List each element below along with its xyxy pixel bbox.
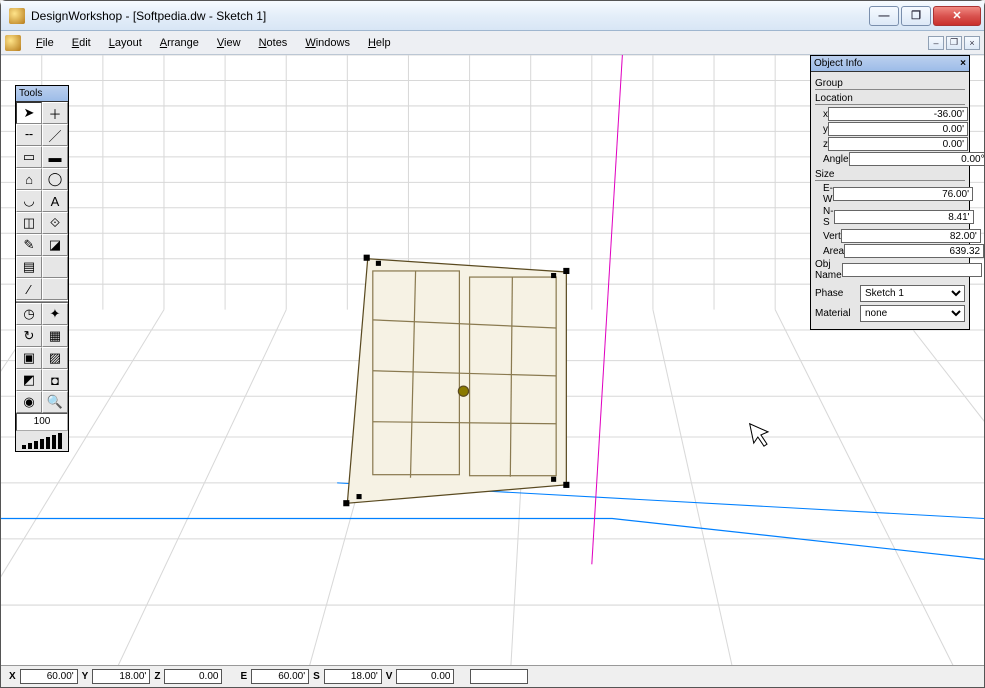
status-e-label: E bbox=[238, 671, 249, 682]
tool-polygon[interactable]: ⌂ bbox=[16, 168, 42, 190]
minimize-button[interactable]: — bbox=[869, 6, 899, 26]
status-x-label: X bbox=[7, 671, 18, 682]
status-z-field[interactable] bbox=[164, 669, 222, 684]
status-z-label: Z bbox=[152, 671, 162, 682]
tool-extrude[interactable]: ⟐ bbox=[42, 212, 68, 234]
status-v-label: V bbox=[384, 671, 395, 682]
tool-zoom[interactable]: 🔍 bbox=[42, 391, 68, 413]
tool-eye[interactable]: ◉ bbox=[16, 391, 42, 413]
tool-iso[interactable]: ◩ bbox=[16, 369, 42, 391]
statusbar: X Y Z E S V bbox=[1, 665, 984, 687]
menubar: File Edit Layout Arrange View Notes Wind… bbox=[1, 31, 984, 55]
window-title: DesignWorkshop - [Softpedia.dw - Sketch … bbox=[31, 9, 867, 23]
tool-box[interactable]: ◫ bbox=[16, 212, 42, 234]
menu-layout[interactable]: Layout bbox=[100, 34, 151, 52]
tool-circle[interactable]: ◯ bbox=[42, 168, 68, 190]
vert-field[interactable] bbox=[841, 229, 981, 243]
size-header: Size bbox=[815, 169, 965, 181]
menu-windows[interactable]: Windows bbox=[296, 34, 359, 52]
location-header: Location bbox=[815, 93, 965, 105]
tool-text[interactable]: A bbox=[42, 190, 68, 212]
tool-select[interactable]: ➤ bbox=[16, 102, 42, 124]
tool-pencil[interactable]: ✎ bbox=[16, 234, 42, 256]
tool-arc[interactable]: ◡ bbox=[16, 190, 42, 212]
objname-field[interactable] bbox=[842, 263, 982, 277]
tool-eraser[interactable]: ◪ bbox=[42, 234, 68, 256]
opacity-value[interactable]: 100 bbox=[16, 413, 68, 431]
tool-eyedropper[interactable]: ⁄ bbox=[16, 278, 42, 300]
phase-select[interactable]: Sketch 1 bbox=[860, 285, 965, 302]
cursor-icon bbox=[750, 424, 768, 446]
tool-paint[interactable]: ▤ bbox=[16, 256, 42, 278]
menu-file[interactable]: File bbox=[27, 34, 63, 52]
object-info-close-icon[interactable]: × bbox=[960, 58, 966, 69]
tool-cube2[interactable]: ▨ bbox=[42, 347, 68, 369]
opacity-bars[interactable] bbox=[16, 431, 68, 451]
status-e-field[interactable] bbox=[251, 669, 309, 684]
tool-pan[interactable]: ✦ bbox=[42, 303, 68, 325]
status-y-field[interactable] bbox=[92, 669, 150, 684]
menu-help[interactable]: Help bbox=[359, 34, 400, 52]
tool-line-dashed[interactable]: ╌ bbox=[16, 124, 42, 146]
group-header: Group bbox=[815, 78, 965, 90]
tool-grid[interactable]: ▦ bbox=[42, 325, 68, 347]
tools-palette[interactable]: Tools ➤ ＋ ╌ ／ ▭ ▬ ⌂ ◯ ◡ A ◫ ⟐ ✎ ◪ ▤ ⁄ bbox=[15, 85, 69, 452]
status-y-label: Y bbox=[80, 671, 91, 682]
menu-arrange[interactable]: Arrange bbox=[151, 34, 208, 52]
menu-view[interactable]: View bbox=[208, 34, 250, 52]
tool-orbit[interactable]: ◷ bbox=[16, 303, 42, 325]
material-select[interactable]: none bbox=[860, 305, 965, 322]
tool-rotate[interactable]: ↻ bbox=[16, 325, 42, 347]
status-s-label: S bbox=[311, 671, 322, 682]
ns-field[interactable] bbox=[834, 210, 974, 224]
app-window: DesignWorkshop - [Softpedia.dw - Sketch … bbox=[0, 0, 985, 688]
tool-rectangle[interactable]: ▬ bbox=[42, 146, 68, 168]
tools-title[interactable]: Tools bbox=[16, 86, 68, 102]
angle-field[interactable] bbox=[849, 152, 984, 166]
x-field[interactable] bbox=[828, 107, 968, 121]
tool-crosshair[interactable]: ＋ bbox=[42, 102, 68, 124]
tool-rectangle-open[interactable]: ▭ bbox=[16, 146, 42, 168]
tool-blank2[interactable] bbox=[42, 278, 68, 300]
object-info-palette[interactable]: Object Info × Group Location x y z Angle… bbox=[810, 55, 970, 330]
status-s-field[interactable] bbox=[324, 669, 382, 684]
z-field[interactable] bbox=[828, 137, 968, 151]
status-v-field[interactable] bbox=[396, 669, 454, 684]
y-field[interactable] bbox=[828, 122, 968, 136]
ew-field[interactable] bbox=[833, 187, 973, 201]
maximize-button[interactable]: ❐ bbox=[901, 6, 931, 26]
workspace: SOFTPEDIA Tools ➤ ＋ ╌ ／ ▭ ▬ ⌂ ◯ ◡ A ◫ ⟐ … bbox=[1, 55, 984, 665]
mdi-restore-button[interactable]: ❐ bbox=[946, 36, 962, 50]
area-field[interactable] bbox=[844, 244, 984, 258]
mdi-close-button[interactable]: × bbox=[964, 36, 980, 50]
mdi-minimize-button[interactable]: – bbox=[928, 36, 944, 50]
tool-cube1[interactable]: ▣ bbox=[16, 347, 42, 369]
model-object bbox=[347, 259, 566, 503]
close-button[interactable]: ✕ bbox=[933, 6, 981, 26]
app-icon bbox=[9, 8, 25, 24]
tool-blank1[interactable] bbox=[42, 256, 68, 278]
status-extra-field[interactable] bbox=[470, 669, 528, 684]
tool-line[interactable]: ／ bbox=[42, 124, 68, 146]
status-x-field[interactable] bbox=[20, 669, 78, 684]
document-icon[interactable] bbox=[5, 35, 21, 51]
titlebar[interactable]: DesignWorkshop - [Softpedia.dw - Sketch … bbox=[1, 1, 984, 31]
menu-edit[interactable]: Edit bbox=[63, 34, 100, 52]
menu-notes[interactable]: Notes bbox=[250, 34, 297, 52]
object-info-title[interactable]: Object Info × bbox=[811, 56, 969, 72]
tool-persp[interactable]: ◘ bbox=[42, 369, 68, 391]
